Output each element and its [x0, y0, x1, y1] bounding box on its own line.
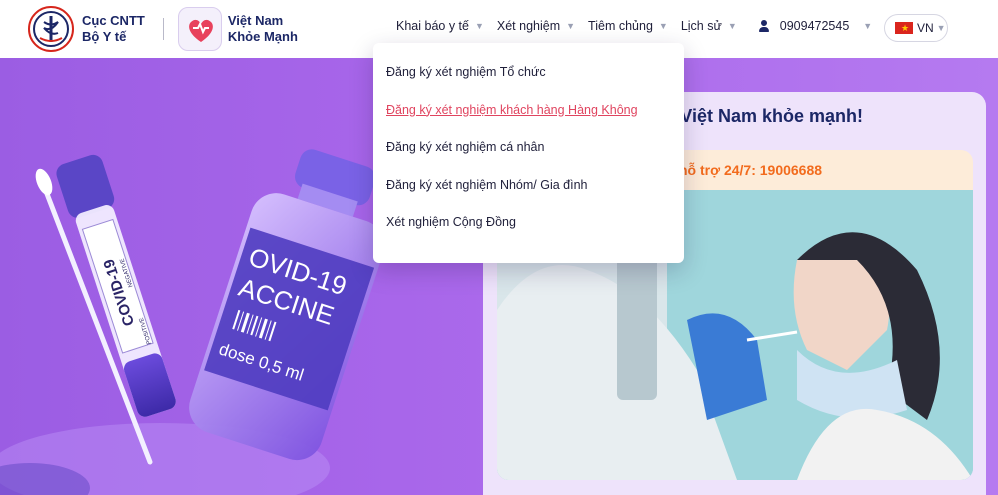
nav-item-xet-nghiem[interactable]: Xét nghiệm ▼	[497, 19, 575, 33]
chevron-down-icon: ▼	[566, 21, 576, 31]
ministry-of-health-logo[interactable]	[28, 6, 74, 52]
chevron-down-icon: ▼	[863, 21, 873, 31]
support-hotline-text: hỗ trợ 24/7: 19006688	[679, 162, 823, 178]
ministry-label: Cục CNTT Bộ Y tế	[82, 13, 145, 45]
nav-item-label: Khai báo y tế	[396, 19, 469, 33]
nav-item-label: Tiêm chủng	[588, 19, 653, 33]
dropdown-item-ca-nhan[interactable]: Đăng ký xét nghiệm cá nhân	[373, 140, 684, 178]
dropdown-item-cong-dong[interactable]: Xét nghiệm Cộng Đồng	[373, 215, 684, 253]
ministry-label-line2: Bộ Y tế	[82, 29, 127, 44]
dropdown-item-nhom-gia-dinh[interactable]: Đăng ký xét nghiệm Nhóm/ Gia đình	[373, 178, 684, 216]
chevron-down-icon: ▼	[474, 21, 484, 31]
main-nav: Khai báo y tế ▼ Xét nghiệm ▼ Tiêm chủng …	[396, 19, 890, 33]
phone-number: 0909472545	[779, 19, 850, 33]
nav-item-tiem-chung[interactable]: Tiêm chủng ▼	[588, 19, 668, 33]
app-name-line1: Việt Nam	[227, 13, 284, 28]
chevron-down-icon: ▼	[936, 23, 946, 33]
heart-logo-icon[interactable]	[177, 7, 222, 51]
account-menu[interactable]: 0909472545 ▼	[758, 19, 872, 33]
user-icon	[758, 20, 770, 32]
language-selector[interactable]: ★ VN ▼	[884, 14, 948, 42]
brand-area: Cục CNTT Bộ Y tế Việt Nam Khỏe Mạnh	[28, 6, 298, 52]
app-name: Việt Nam Khỏe Mạnh	[228, 13, 298, 45]
chevron-down-icon: ▼	[727, 21, 737, 31]
language-code: VN	[917, 21, 934, 35]
ministry-label-line1: Cục CNTT	[82, 13, 145, 28]
xet-nghiem-dropdown: Đăng ký xét nghiệm Tổ chức Đăng ký xét n…	[373, 43, 684, 263]
nav-item-label: Xét nghiệm	[496, 19, 561, 33]
dropdown-item-hang-khong[interactable]: Đăng ký xét nghiệm khách hàng Hàng Không	[373, 103, 684, 141]
nav-item-lich-su[interactable]: Lịch sử ▼	[681, 19, 737, 33]
app-name-line2: Khỏe Mạnh	[227, 29, 298, 44]
dropdown-item-to-chuc[interactable]: Đăng ký xét nghiệm Tổ chức	[373, 65, 684, 103]
nav-item-khai-bao[interactable]: Khai báo y tế ▼	[396, 19, 484, 33]
brand-divider	[162, 18, 164, 40]
nav-item-label: Lịch sử	[680, 19, 722, 33]
vietnam-flag-icon: ★	[895, 22, 913, 34]
chevron-down-icon: ▼	[658, 21, 668, 31]
